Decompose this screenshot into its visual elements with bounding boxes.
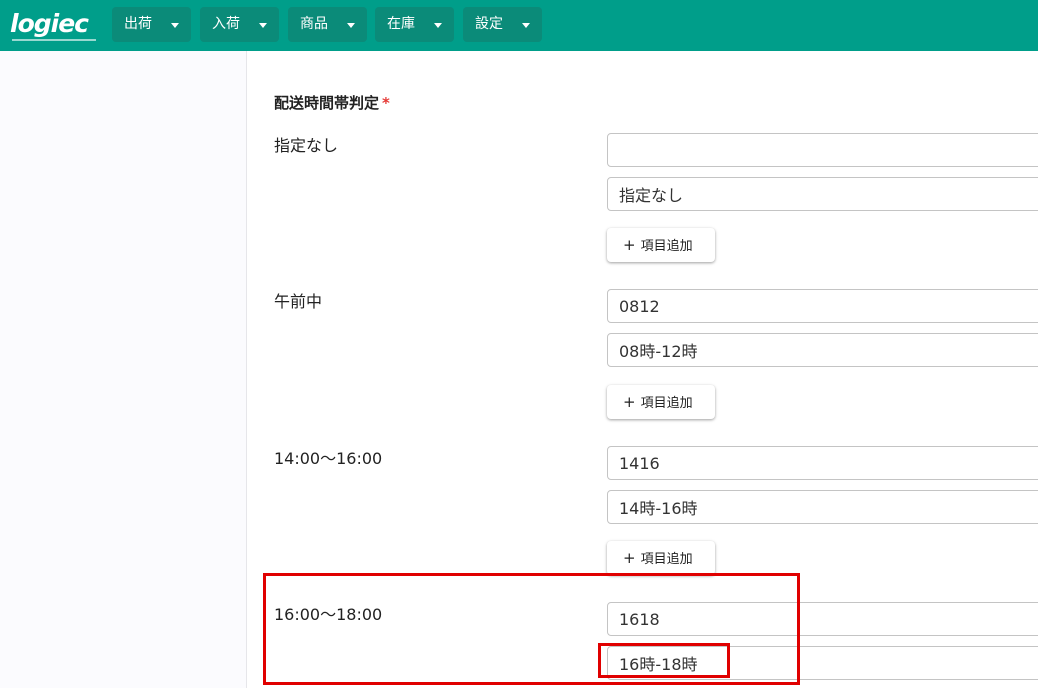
add-item-label: 項目追加 — [640, 239, 693, 254]
row-label-none: 指定なし — [274, 136, 339, 155]
logiec-logo[interactable]: logiec — [10, 10, 98, 42]
add-item-button[interactable]: + 項目追加 — [607, 541, 715, 575]
chevron-down-icon — [171, 23, 179, 28]
menu-receiving-label: 入荷 — [212, 16, 240, 32]
add-item-label: 項目追加 — [640, 396, 693, 411]
code-input-1416[interactable] — [607, 446, 1038, 480]
logo-text: logiec — [10, 9, 89, 38]
display-input-morning[interactable] — [607, 333, 1038, 367]
code-input-morning[interactable] — [607, 289, 1038, 323]
menu-settings[interactable]: 設定 — [463, 7, 542, 42]
menu-inventory-label: 在庫 — [387, 16, 415, 32]
plus-icon: + — [623, 236, 636, 254]
menu-products-label: 商品 — [300, 16, 328, 32]
plus-icon: + — [623, 393, 636, 411]
menu-shipping[interactable]: 出荷 — [112, 7, 191, 42]
logo-underline — [12, 39, 96, 41]
menu-shipping-label: 出荷 — [124, 16, 152, 32]
menu-receiving[interactable]: 入荷 — [200, 7, 279, 42]
display-input-1416[interactable] — [607, 490, 1038, 524]
chevron-down-icon — [259, 23, 267, 28]
required-mark: * — [382, 94, 390, 112]
top-nav-bar: logiec 出荷 入荷 商品 在庫 設定 — [0, 0, 1038, 51]
row-label-morning: 午前中 — [274, 292, 323, 311]
code-input-none[interactable] — [607, 133, 1038, 167]
add-item-button[interactable]: + 項目追加 — [607, 228, 715, 262]
chevron-down-icon — [347, 23, 355, 28]
row-label-1416: 14:00〜16:00 — [274, 449, 383, 468]
sidebar — [0, 51, 247, 688]
display-input-none[interactable] — [607, 177, 1038, 211]
section-title: 配送時間帯判定 * — [274, 92, 390, 113]
add-item-label: 項目追加 — [640, 552, 693, 567]
plus-icon: + — [623, 549, 636, 567]
menu-settings-label: 設定 — [475, 16, 503, 32]
menu-products[interactable]: 商品 — [288, 7, 367, 42]
chevron-down-icon — [522, 23, 530, 28]
menu-inventory[interactable]: 在庫 — [375, 7, 454, 42]
chevron-down-icon — [434, 23, 442, 28]
section-title-text: 配送時間帯判定 — [274, 94, 380, 112]
add-item-button[interactable]: + 項目追加 — [607, 385, 715, 419]
highlight-field-box — [598, 643, 730, 678]
